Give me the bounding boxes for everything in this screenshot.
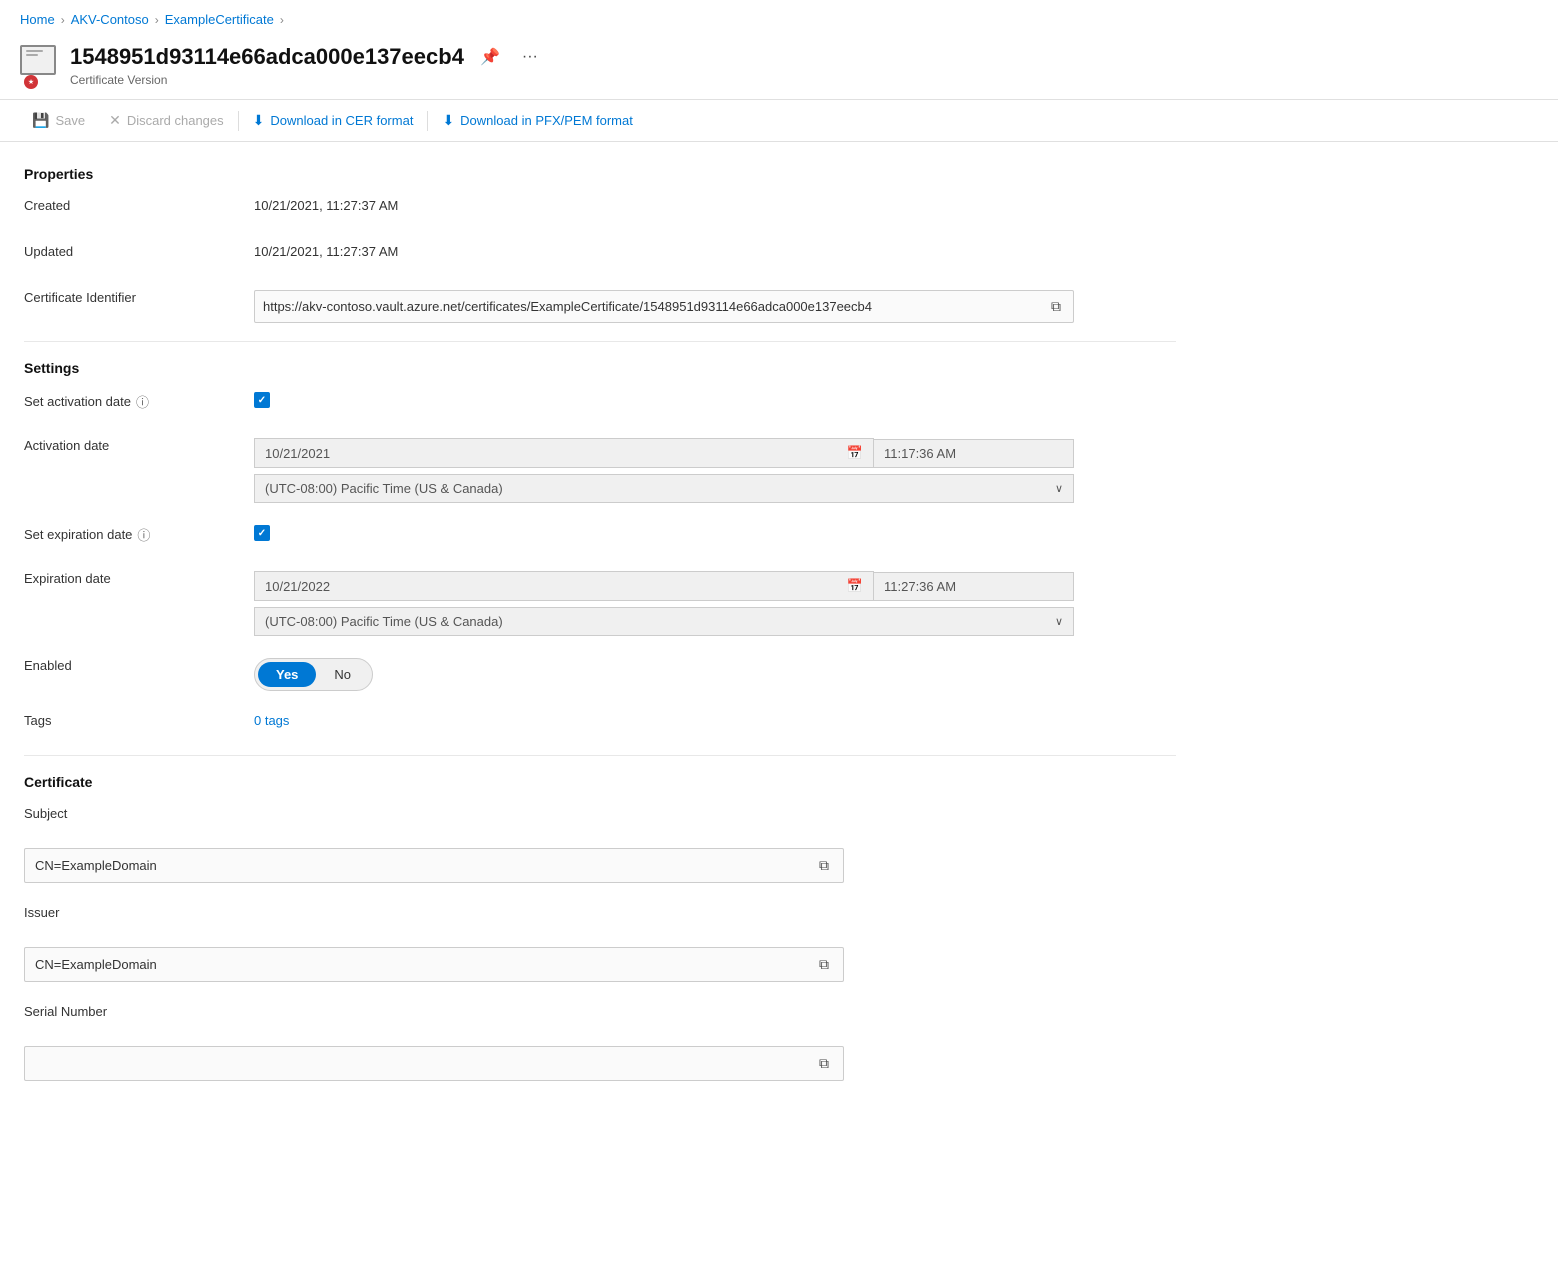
set-expiration-label: Set expiration date ⓘ	[24, 521, 254, 544]
set-activation-row: Set activation date ⓘ	[24, 388, 1176, 416]
enabled-label: Enabled	[24, 654, 254, 673]
more-button[interactable]: ···	[516, 44, 544, 70]
breadcrumb-vault[interactable]: AKV-Contoso	[71, 12, 149, 27]
updated-row: Updated 10/21/2021, 11:27:37 AM	[24, 240, 1176, 268]
page-subtitle: Certificate Version	[70, 73, 1538, 87]
activation-timezone-select[interactable]: (UTC-08:00) Pacific Time (US & Canada) ∨	[254, 474, 1074, 503]
page-title-area: 1548951d93114e66adca000e137eecb4 📌 ··· C…	[70, 43, 1538, 87]
cert-id-field: ⧉	[254, 290, 1074, 323]
settings-section-title: Settings	[24, 360, 1176, 376]
toolbar-separator-2	[427, 111, 428, 131]
issuer-row: Issuer	[24, 901, 1176, 929]
serial-field: ⧉	[24, 1046, 844, 1081]
discard-icon: ✕	[109, 112, 121, 129]
enabled-toggle[interactable]: Yes No	[254, 658, 373, 691]
expiration-checkbox-area	[254, 521, 1176, 541]
toolbar-separator	[238, 111, 239, 131]
pin-button[interactable]: 📌	[474, 43, 506, 71]
expiration-checkbox[interactable]	[254, 525, 270, 541]
expiration-date-field-group: 10/21/2022 📅 11:27:36 AM (UTC-08:00) Pac…	[254, 567, 1176, 636]
breadcrumb: Home › AKV-Contoso › ExampleCertificate …	[0, 0, 1558, 35]
toolbar: 💾 Save ✕ Discard changes ⬇ Download in C…	[0, 100, 1558, 142]
expiration-timezone-select[interactable]: (UTC-08:00) Pacific Time (US & Canada) ∨	[254, 607, 1074, 636]
tags-label: Tags	[24, 709, 254, 728]
serial-row: Serial Number	[24, 1000, 1176, 1028]
expiration-info-icon: ⓘ	[137, 525, 150, 544]
activation-time-input[interactable]: 11:17:36 AM	[874, 439, 1074, 468]
settings-divider	[24, 755, 1176, 756]
subject-field: ⧉	[24, 848, 844, 883]
download-cer-button[interactable]: ⬇ Download in CER format	[241, 106, 426, 135]
download-cer-icon: ⬇	[253, 112, 265, 129]
updated-value: 10/21/2021, 11:27:37 AM	[254, 240, 1176, 259]
issuer-input[interactable]	[35, 957, 815, 972]
activation-checkbox-area	[254, 388, 1176, 408]
expiration-date-row: Expiration date 10/21/2022 📅 11:27:36 AM…	[24, 567, 1176, 636]
cert-page-icon	[20, 45, 56, 81]
breadcrumb-sep-3: ›	[280, 13, 284, 27]
expiration-tz-chevron: ∨	[1055, 615, 1063, 628]
tags-value: 0 tags	[254, 709, 1176, 728]
created-row: Created 10/21/2021, 11:27:37 AM	[24, 194, 1176, 222]
breadcrumb-cert[interactable]: ExampleCertificate	[165, 12, 274, 27]
properties-divider	[24, 341, 1176, 342]
expiration-time-input[interactable]: 11:27:36 AM	[874, 572, 1074, 601]
set-expiration-row: Set expiration date ⓘ	[24, 521, 1176, 549]
enabled-row: Enabled Yes No	[24, 654, 1176, 691]
expiration-calendar-icon: 📅	[847, 578, 863, 594]
activation-date-input[interactable]: 10/21/2021 📅	[254, 438, 874, 468]
issuer-label: Issuer	[24, 901, 254, 920]
breadcrumb-home[interactable]: Home	[20, 12, 55, 27]
expiration-date-label: Expiration date	[24, 567, 254, 586]
save-icon: 💾	[32, 112, 49, 129]
cert-id-field-wrapper: ⧉	[254, 286, 1176, 323]
copy-subject-button[interactable]: ⧉	[815, 855, 833, 876]
subject-input[interactable]	[35, 858, 815, 873]
download-pfx-icon: ⬇	[442, 112, 454, 129]
activation-date-field-group: 10/21/2021 📅 11:17:36 AM (UTC-08:00) Pac…	[254, 434, 1176, 503]
discard-button[interactable]: ✕ Discard changes	[97, 106, 236, 135]
copy-issuer-button[interactable]: ⧉	[815, 954, 833, 975]
copy-cert-id-button[interactable]: ⧉	[1047, 296, 1065, 317]
main-content: Properties Created 10/21/2021, 11:27:37 …	[0, 142, 1200, 1119]
page-header: 1548951d93114e66adca000e137eecb4 📌 ··· C…	[0, 35, 1558, 100]
copy-serial-button[interactable]: ⧉	[815, 1053, 833, 1074]
expiration-date-input[interactable]: 10/21/2022 📅	[254, 571, 874, 601]
activation-checkbox[interactable]	[254, 392, 270, 408]
activation-tz-chevron: ∨	[1055, 482, 1063, 495]
toggle-no[interactable]: No	[316, 662, 369, 687]
page-title-text: 1548951d93114e66adca000e137eecb4	[70, 44, 464, 70]
activation-calendar-icon: 📅	[847, 445, 863, 461]
enabled-toggle-area: Yes No	[254, 654, 1176, 691]
properties-section-title: Properties	[24, 166, 1176, 182]
activation-date-row: Activation date 10/21/2021 📅 11:17:36 AM…	[24, 434, 1176, 503]
cert-ribbon-icon	[24, 75, 38, 89]
breadcrumb-sep-1: ›	[61, 13, 65, 27]
subject-row: Subject	[24, 802, 1176, 830]
activation-date-label: Activation date	[24, 434, 254, 453]
toggle-yes[interactable]: Yes	[258, 662, 316, 687]
issuer-field: ⧉	[24, 947, 844, 982]
set-activation-label: Set activation date ⓘ	[24, 388, 254, 411]
certificate-section-title: Certificate	[24, 774, 1176, 790]
cert-id-label: Certificate Identifier	[24, 286, 254, 305]
cert-id-row: Certificate Identifier ⧉	[24, 286, 1176, 323]
serial-input[interactable]	[35, 1056, 815, 1071]
created-value: 10/21/2021, 11:27:37 AM	[254, 194, 1176, 213]
breadcrumb-sep-2: ›	[155, 13, 159, 27]
subject-label: Subject	[24, 802, 254, 821]
tags-row: Tags 0 tags	[24, 709, 1176, 737]
download-pfx-button[interactable]: ⬇ Download in PFX/PEM format	[430, 106, 644, 135]
tags-link[interactable]: 0 tags	[254, 713, 289, 728]
cert-id-input[interactable]	[263, 299, 1047, 314]
serial-label: Serial Number	[24, 1000, 254, 1019]
created-label: Created	[24, 194, 254, 213]
save-button[interactable]: 💾 Save	[20, 106, 97, 135]
updated-label: Updated	[24, 240, 254, 259]
activation-info-icon: ⓘ	[136, 392, 149, 411]
